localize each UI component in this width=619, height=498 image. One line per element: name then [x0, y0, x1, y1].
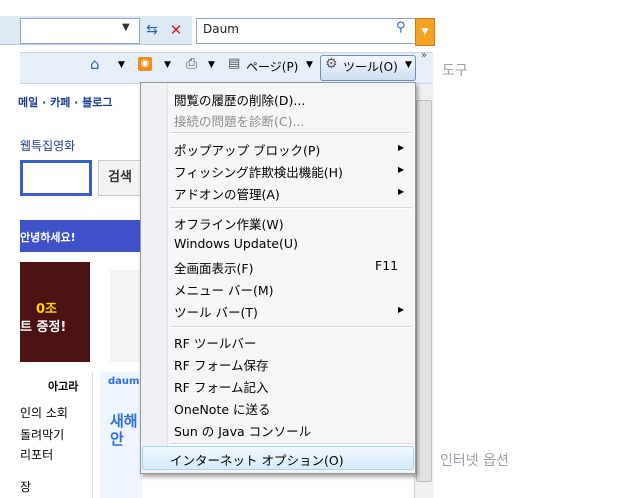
menu-item-windows-update[interactable]: Windows Update(U) — [174, 236, 298, 251]
print-icon[interactable]: ⎙ — [186, 56, 197, 72]
submenu-arrow-icon: ▶ — [398, 305, 405, 314]
menu-item-popup-blocker[interactable]: ポップアップ ブロック(P) — [174, 140, 320, 159]
search-tabs[interactable]: 웹특집영화 — [20, 137, 75, 154]
menu-item-internet-options[interactable]: インターネット オプション(O) — [170, 450, 344, 469]
full-screen-shortcut: F11 — [375, 258, 399, 273]
page-menu-button[interactable]: ページ(P) — [246, 58, 298, 75]
side-icon-strip[interactable] — [110, 270, 140, 362]
menu-item-rf-form-save[interactable]: RF フォーム保存 — [174, 355, 268, 374]
internet-options-tooltip: 인터넷 옵션 — [440, 453, 509, 469]
login-banner-text: 안녕하세요! — [20, 231, 76, 244]
menu-separator — [170, 326, 412, 328]
menu-icon-gutter — [141, 83, 168, 471]
promo-line1: 0조 — [36, 302, 58, 317]
gear-icon: ⚙ — [325, 56, 338, 72]
menu-item-delete-history[interactable]: 閲覧の履歴の削除(D)... — [174, 90, 305, 109]
portal-search-button[interactable]: 검색 — [98, 160, 142, 196]
news-item[interactable]: 돌려막기 — [20, 426, 64, 443]
search-provider-label: Daum — [203, 22, 239, 36]
menu-item-menu-bar[interactable]: メニュー バー(M) — [174, 280, 274, 299]
menu-separator — [170, 207, 412, 209]
menu-separator — [170, 443, 412, 445]
page-icon: ▤ — [228, 56, 241, 71]
menu-item-java-console[interactable]: Sun の Java コンソール — [174, 421, 311, 440]
news-item[interactable]: 장 — [20, 478, 31, 495]
submenu-arrow-icon: ▶ — [398, 165, 405, 174]
menu-item-full-screen[interactable]: 全画面表示(F) — [174, 258, 253, 277]
ad-logo: daum — [108, 376, 140, 387]
tools-button-label: ツール(O) — [343, 60, 398, 74]
submenu-arrow-icon: ▶ — [398, 187, 405, 196]
more-commands-icon[interactable]: » — [421, 50, 427, 61]
page-dropdown-icon[interactable]: ▼ — [306, 60, 313, 70]
menu-separator — [170, 132, 412, 134]
menu-item-diagnose-connection: 接続の問題を診断(C)... — [174, 114, 305, 129]
home-icon[interactable]: ⌂ — [90, 55, 100, 73]
submenu-arrow-icon: ▶ — [398, 143, 405, 152]
news-item[interactable]: 인의 소회 — [20, 404, 68, 421]
feeds-dropdown-icon[interactable]: ▼ — [164, 60, 171, 70]
promo-line2: 트 증정! — [20, 320, 67, 335]
search-icon[interactable]: ⚲ — [396, 20, 406, 35]
portal-search-input[interactable] — [20, 160, 92, 196]
feeds-icon[interactable]: ◉ — [138, 57, 152, 71]
portal-nav-links[interactable]: 메일 · 카페 · 블로그 — [18, 94, 113, 110]
search-options-button[interactable]: ▼ — [415, 18, 435, 46]
print-dropdown-icon[interactable]: ▼ — [208, 60, 215, 70]
menu-item-work-offline[interactable]: オフライン作業(W) — [174, 214, 284, 233]
tools-dropdown-icon[interactable]: ▼ — [405, 60, 412, 70]
menu-item-rf-toolbar[interactable]: RF ツールバー — [174, 333, 256, 352]
news-box-title[interactable]: 아고라 — [48, 378, 78, 394]
menu-item-manage-addons[interactable]: アドオンの管理(A) — [174, 184, 280, 203]
refresh-icon[interactable]: ⇆ — [142, 20, 162, 40]
menu-item-phishing-filter[interactable]: フィッシング詐欺検出機能(H) — [174, 162, 343, 181]
menu-item-rf-form-fill[interactable]: RF フォーム記入 — [174, 377, 268, 396]
stop-icon[interactable]: ✕ — [166, 20, 186, 40]
ad-text: 새해 안 — [110, 412, 138, 448]
menu-item-send-to-onenote[interactable]: OneNote に送る — [174, 399, 271, 418]
home-dropdown-icon[interactable]: ▼ — [118, 60, 125, 70]
tools-tooltip: 도구 — [442, 63, 468, 79]
menu-item-toolbars[interactable]: ツール バー(T) — [174, 302, 258, 321]
address-dropdown-icon[interactable]: ▼ — [122, 22, 130, 33]
news-item[interactable]: 리포터 — [20, 446, 53, 463]
scrollbar-thumb[interactable] — [416, 100, 432, 482]
